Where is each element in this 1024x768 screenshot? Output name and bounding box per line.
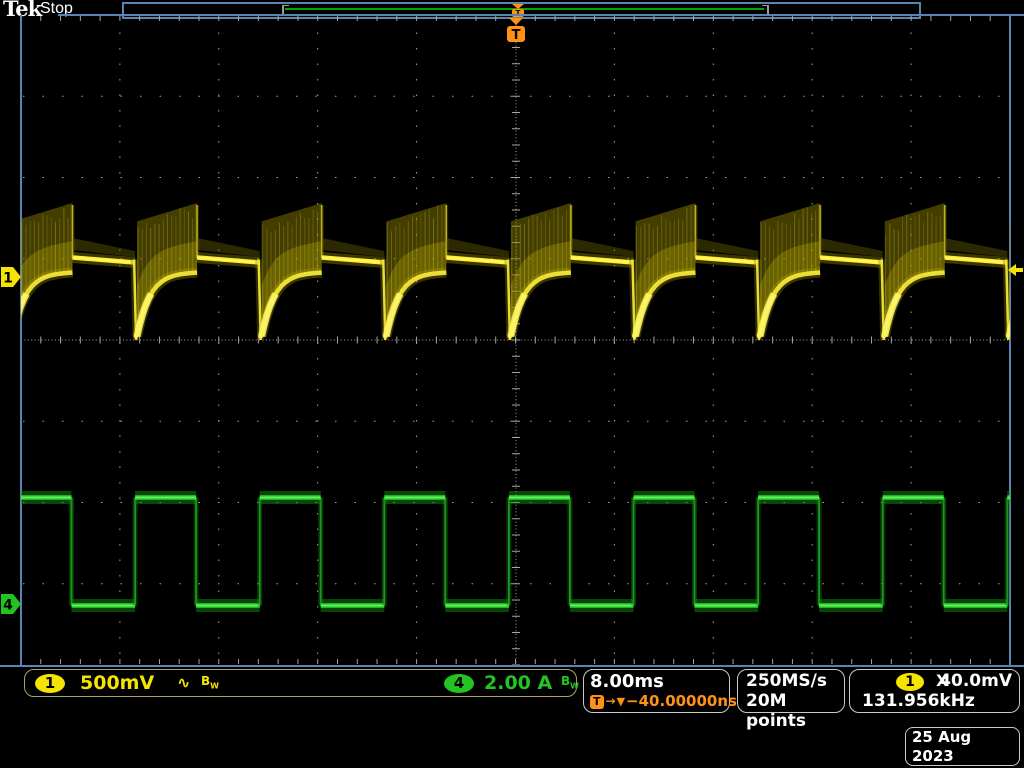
- ch1-ac-coupling-icon: ∿: [177, 673, 190, 692]
- ch1-badge[interactable]: 1: [35, 674, 65, 693]
- bw-letter: B: [201, 674, 210, 688]
- datetime-box: 25 Aug 2023 10:49:33: [905, 727, 1020, 766]
- trigger-frequency-readout: 131.956kHz: [862, 691, 975, 711]
- trigger-source-badge: 1: [896, 673, 924, 691]
- svg-text:4: 4: [3, 598, 13, 614]
- svg-text:1: 1: [3, 271, 13, 287]
- graticule-grid: [21, 15, 1010, 665]
- ch4-scale-readout[interactable]: 2.00 A: [484, 672, 552, 694]
- delay-value: −40.00000ns: [626, 692, 737, 711]
- acquisition-readout-box[interactable]: 250MS/s 20M points: [737, 669, 845, 713]
- channel-readout-box[interactable]: 1 500mV ∿ BW 4 2.00 A BW: [24, 669, 577, 697]
- record-length-readout: 20M points: [746, 691, 836, 731]
- ch4-position-marker[interactable]: 4: [1, 594, 21, 614]
- svg-text:T: T: [512, 28, 521, 43]
- ch1-waveform: [13, 203, 1024, 340]
- timebase-readout: 8.00ms: [590, 671, 723, 692]
- horizontal-readout-box[interactable]: 8.00ms T → ▼ −40.00000ns: [583, 669, 730, 713]
- trigger-readout-box[interactable]: 1 X 40.0mV 131.956kHz: [849, 669, 1020, 713]
- trigger-delay-readout: T → ▼ −40.00000ns: [590, 692, 723, 711]
- oscilloscope-screen: Tek Stop T 14T 1 500mV ∿ BW 4 2.00 A BW …: [0, 0, 1024, 768]
- ch1-position-marker[interactable]: 1: [1, 267, 21, 287]
- arrow-icon: →: [606, 692, 616, 711]
- ch4-bandwidth-icon: BW: [561, 674, 579, 690]
- waveform-display: 1 4 T: [0, 0, 1024, 768]
- ch1-bandwidth-icon: BW: [201, 674, 219, 690]
- trigger-t-chip: T: [590, 695, 604, 709]
- sample-rate-readout: 250MS/s: [746, 671, 836, 691]
- ch4-badge[interactable]: 4: [444, 674, 474, 693]
- bw-letter: B: [561, 674, 570, 688]
- slope-down-icon: ▼: [617, 692, 625, 711]
- date-readout: 25 Aug 2023: [912, 728, 1013, 766]
- ch1-scale-readout[interactable]: 500mV: [80, 672, 154, 694]
- bw-sub: W: [570, 681, 579, 690]
- bw-sub: W: [210, 681, 219, 690]
- trigger-position-marker[interactable]: T: [507, 18, 525, 43]
- trigger-level-readout: 40.0mV: [939, 671, 1012, 691]
